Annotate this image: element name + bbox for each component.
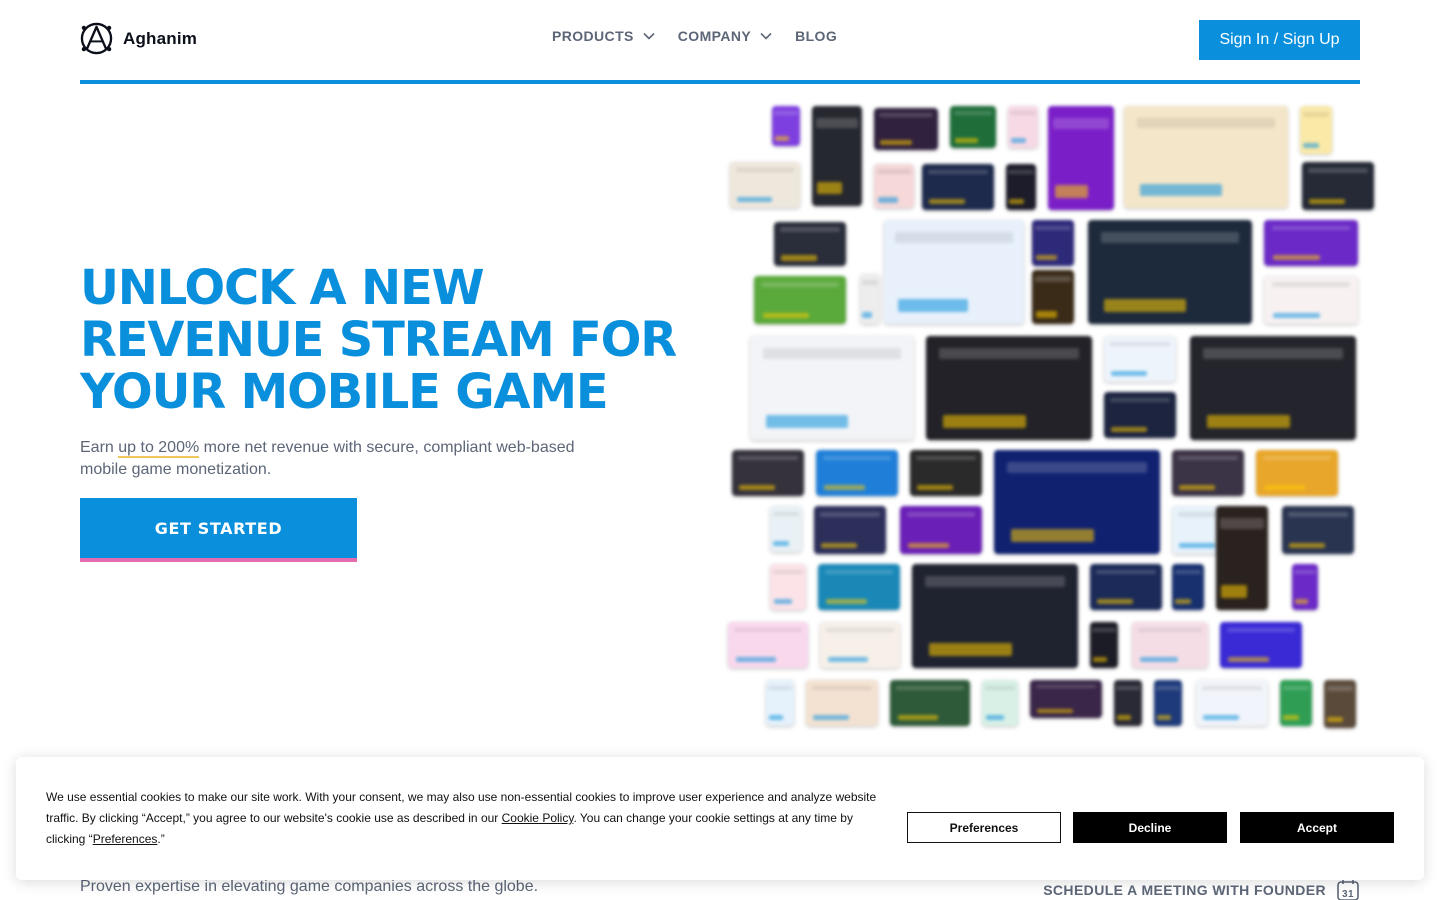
store-screenshot	[816, 450, 898, 496]
nav-products[interactable]: PRODUCTS	[552, 28, 656, 44]
store-screenshot	[774, 222, 846, 266]
store-screenshot	[1172, 564, 1204, 610]
store-screenshot	[884, 220, 1024, 324]
store-screenshot	[1132, 622, 1208, 668]
store-screenshot	[770, 506, 802, 552]
hero-subtitle-before: Earn	[80, 439, 119, 456]
store-screenshot	[732, 450, 804, 496]
schedule-meeting-link[interactable]: SCHEDULE A MEETING WITH FOUNDER 31	[1043, 878, 1360, 900]
store-screenshot	[1220, 622, 1302, 668]
accept-button[interactable]: Accept	[1240, 812, 1394, 843]
sign-in-button[interactable]: Sign In / Sign Up	[1199, 20, 1360, 60]
store-screenshot	[910, 450, 982, 496]
store-screenshot	[1008, 106, 1038, 148]
chevron-down-icon	[760, 32, 772, 40]
store-screenshot	[1264, 220, 1358, 266]
store-screenshot	[1264, 276, 1358, 324]
logo-text: Aghanim	[123, 28, 198, 48]
store-screenshot	[1154, 680, 1182, 726]
schedule-meeting-label: SCHEDULE A MEETING WITH FOUNDER	[1043, 882, 1326, 898]
store-screenshot	[1114, 680, 1142, 726]
site-header: Aghanim PRODUCTS COMPANY BLOG Sign In / …	[80, 0, 1360, 84]
store-screenshot	[750, 336, 914, 440]
store-screenshot	[1030, 680, 1102, 718]
store-screenshot	[1280, 680, 1312, 726]
preferences-button[interactable]: Preferences	[907, 812, 1061, 843]
store-screenshot	[1006, 164, 1036, 210]
store-screenshot	[1090, 622, 1118, 668]
main-nav: PRODUCTS COMPANY BLOG	[552, 28, 837, 44]
nav-company[interactable]: COMPANY	[678, 28, 773, 44]
store-screenshot	[1104, 392, 1176, 438]
store-screenshot	[1282, 506, 1354, 554]
aghanim-logo-icon	[80, 22, 113, 55]
store-screenshot	[1088, 220, 1252, 324]
store-screenshot	[728, 622, 808, 668]
store-screenshot	[926, 336, 1092, 440]
store-screenshot	[1302, 162, 1374, 210]
nav-blog[interactable]: BLOG	[795, 28, 837, 44]
nav-company-label: COMPANY	[677, 28, 752, 44]
store-screenshot	[1190, 336, 1356, 440]
store-screenshot	[1032, 270, 1074, 324]
store-screenshot	[754, 276, 846, 324]
expertise-tagline: Proven expertise in elevating game compa…	[80, 878, 539, 895]
store-screenshot	[1216, 506, 1268, 610]
store-screenshot	[982, 680, 1018, 726]
store-screenshot	[1048, 106, 1114, 210]
store-screenshot	[730, 162, 800, 208]
store-screenshot	[818, 564, 900, 610]
hero-title-line: UNLOCK A NEW	[80, 260, 485, 316]
store-screenshot	[860, 274, 880, 324]
store-screenshot	[950, 106, 996, 148]
store-screenshot	[770, 564, 806, 610]
store-screenshot	[900, 506, 982, 554]
store-screenshot	[1104, 336, 1176, 382]
cookie-text-part: .”	[157, 832, 165, 846]
store-screenshot	[922, 164, 994, 210]
store-screenshot	[766, 680, 794, 726]
store-screenshot	[874, 164, 914, 208]
store-screenshot	[772, 106, 800, 146]
store-screenshot	[812, 106, 862, 206]
store-screenshot	[874, 108, 938, 150]
store-screenshot	[912, 564, 1078, 668]
store-screenshot	[806, 680, 878, 726]
decline-button[interactable]: Decline	[1073, 812, 1227, 843]
store-screenshot	[1124, 106, 1288, 208]
preferences-link[interactable]: Preferences	[93, 832, 158, 846]
store-screenshot	[890, 680, 970, 726]
store-screenshot	[1324, 680, 1356, 728]
store-screenshot	[1256, 450, 1338, 496]
chevron-down-icon	[643, 32, 655, 40]
store-screenshot	[1090, 564, 1162, 610]
nav-blog-label: BLOG	[795, 28, 838, 44]
hero-title-line: YOUR MOBILE GAME	[80, 364, 609, 420]
get-started-button[interactable]: GET STARTED	[80, 498, 357, 562]
hero-title: UNLOCK A NEW REVENUE STREAM FOR YOUR MOB…	[80, 262, 720, 418]
store-screenshot	[1196, 680, 1268, 726]
calendar-icon: 31	[1337, 880, 1359, 900]
store-screenshot	[1300, 106, 1332, 154]
calendar-day: 31	[1342, 889, 1354, 900]
screenshot-collage	[726, 100, 1376, 740]
nav-products-label: PRODUCTS	[552, 28, 634, 44]
store-screenshot	[994, 450, 1160, 554]
store-screenshot	[1032, 220, 1074, 266]
hero-title-line: REVENUE STREAM FOR	[80, 312, 677, 368]
cookie-banner: We use essential cookies to make our sit…	[16, 757, 1424, 880]
hero-subtitle-highlight: up to 200%	[118, 439, 200, 458]
cookie-text: We use essential cookies to make our sit…	[46, 787, 886, 850]
hero-subtitle: Earn up to 200% more net revenue with se…	[80, 437, 580, 481]
cookie-policy-link[interactable]: Cookie Policy	[502, 811, 574, 825]
store-screenshot	[1172, 450, 1244, 496]
logo[interactable]: Aghanim	[80, 22, 197, 55]
store-screenshot	[814, 506, 886, 554]
store-screenshot	[820, 622, 900, 668]
store-screenshot	[1292, 564, 1318, 610]
